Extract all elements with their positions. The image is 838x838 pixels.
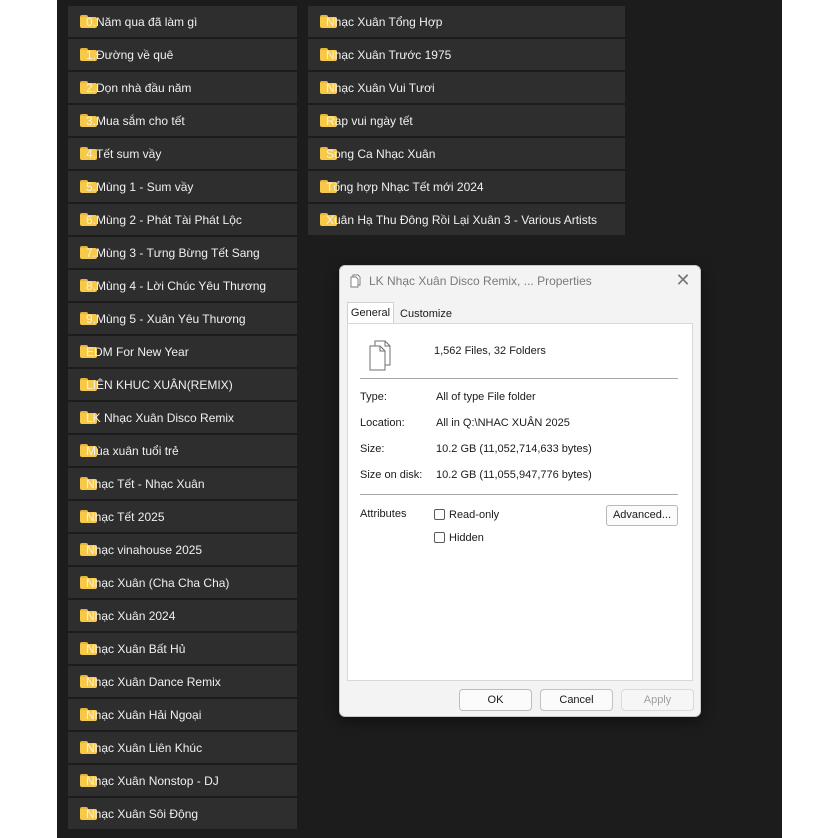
folder-label: 8.Mùng 4 - Lời Chúc Yêu Thương xyxy=(86,278,267,293)
multiple-files-icon xyxy=(369,340,391,371)
close-button[interactable]: ✕ xyxy=(672,270,694,292)
properties-dialog: LK Nhạc Xuân Disco Remix, ... Properties… xyxy=(339,265,701,717)
file-count: 1,562 Files, 32 Folders xyxy=(434,345,546,357)
readonly-checkbox[interactable] xyxy=(434,509,445,520)
folder-label: Nhạc vinahouse 2025 xyxy=(86,542,203,557)
folder-item[interactable]: Nhạc Xuân Vui Tươi xyxy=(308,72,625,103)
folder-item[interactable]: Nhạc Tết - Nhạc Xuân xyxy=(68,468,297,499)
folder-item[interactable]: 6.Mùng 2 - Phát Tài Phát Lộc xyxy=(68,204,297,235)
cancel-button[interactable]: Cancel xyxy=(540,689,613,711)
dialog-title: LK Nhạc Xuân Disco Remix, ... Properties xyxy=(369,274,592,288)
attributes-label: Attributes xyxy=(360,508,407,520)
folder-label: Nhạc Xuân Hải Ngoại xyxy=(86,707,202,722)
folder-item[interactable]: 8.Mùng 4 - Lời Chúc Yêu Thương xyxy=(68,270,297,301)
folder-label: 2.Dọn nhà đầu năm xyxy=(86,80,192,95)
general-panel: 1,562 Files, 32 Folders Type: All of typ… xyxy=(347,323,693,681)
folder-label: Song Ca Nhạc Xuân xyxy=(326,146,436,161)
folder-item[interactable]: Nhạc Xuân Dance Remix xyxy=(68,666,297,697)
folder-item[interactable]: 4.Tết sum vầy xyxy=(68,138,297,169)
size-on-disk-value: 10.2 GB (11,055,947,776 bytes) xyxy=(436,469,592,481)
size-label: Size: xyxy=(360,443,385,455)
folder-item[interactable]: Nhạc vinahouse 2025 xyxy=(68,534,297,565)
folder-label: 6.Mùng 2 - Phát Tài Phát Lộc xyxy=(86,212,242,227)
folder-item[interactable]: Song Ca Nhạc Xuân xyxy=(308,138,625,169)
folder-label: 3.Mua sắm cho tết xyxy=(86,113,185,128)
folder-item[interactable]: Nhạc Tết 2025 xyxy=(68,501,297,532)
folder-label: Nhạc Xuân Trước 1975 xyxy=(326,47,452,62)
folder-label: Nhạc Tết 2025 xyxy=(86,509,165,524)
location-label: Location: xyxy=(360,417,405,429)
folder-label: Nhạc Xuân Vui Tươi xyxy=(326,80,435,95)
size-on-disk-label: Size on disk: xyxy=(360,469,423,481)
folder-item[interactable]: 5.Mùng 1 - Sum vầy xyxy=(68,171,297,202)
folder-item[interactable]: LIÊN KHUC XUÂN(REMIX) xyxy=(68,369,297,400)
folder-label: Nhạc Xuân Dance Remix xyxy=(86,674,221,689)
title-bar[interactable]: LK Nhạc Xuân Disco Remix, ... Properties… xyxy=(340,266,700,296)
folder-label: Nhạc Tết - Nhạc Xuân xyxy=(86,476,205,491)
folder-label: Nhạc Xuân Tổng Hợp xyxy=(326,14,443,29)
multiple-files-icon xyxy=(350,274,361,288)
folder-label: 0.Năm qua đã làm gì xyxy=(86,14,198,29)
folder-label: Nhạc Xuân 2024 xyxy=(86,608,176,623)
folder-item[interactable]: Nhạc Xuân Tổng Hợp xyxy=(308,6,625,37)
folder-label: Nhạc Xuân (Cha Cha Cha) xyxy=(86,575,230,590)
folder-item[interactable]: Tổng hợp Nhạc Tết mới 2024 xyxy=(308,171,625,202)
folder-item[interactable]: Nhạc Xuân 2024 xyxy=(68,600,297,631)
folder-label: 1.Đường về quê xyxy=(86,47,174,62)
tab-general[interactable]: General xyxy=(347,302,394,324)
folder-item[interactable]: LK Nhạc Xuân Disco Remix xyxy=(68,402,297,433)
folder-item[interactable]: 0.Năm qua đã làm gì xyxy=(68,6,297,37)
folder-item[interactable]: Nhạc Xuân Bất Hủ xyxy=(68,633,297,664)
folder-item[interactable]: Nhạc Xuân Hải Ngoại xyxy=(68,699,297,730)
apply-button[interactable]: Apply xyxy=(621,689,694,711)
folder-item[interactable]: Nhạc Xuân (Cha Cha Cha) xyxy=(68,567,297,598)
folder-label: Mùa xuân tuổi trẻ xyxy=(86,443,179,458)
close-icon: ✕ xyxy=(675,270,691,290)
size-value: 10.2 GB (11,052,714,633 bytes) xyxy=(436,443,592,455)
location-value: All in Q:\NHAC XUÂN 2025 xyxy=(436,417,570,429)
folder-item[interactable]: 9.Mùng 5 - Xuân Yêu Thương xyxy=(68,303,297,334)
folder-item[interactable]: 3.Mua sắm cho tết xyxy=(68,105,297,136)
tab-customize[interactable]: Customize xyxy=(396,305,456,323)
folder-label: Tổng hợp Nhạc Tết mới 2024 xyxy=(326,179,484,194)
advanced-button[interactable]: Advanced... xyxy=(606,505,678,526)
folder-item[interactable]: Mùa xuân tuổi trẻ xyxy=(68,435,297,466)
folder-label: Xuân Hạ Thu Đông Rồi Lại Xuân 3 - Variou… xyxy=(326,212,598,227)
folder-item[interactable]: 7.Mùng 3 - Tưng Bừng Tết Sang xyxy=(68,237,297,268)
separator xyxy=(360,378,678,379)
folder-label: 5.Mùng 1 - Sum vầy xyxy=(86,179,194,194)
hidden-checkbox[interactable] xyxy=(434,532,445,543)
folder-label: LIÊN KHUC XUÂN(REMIX) xyxy=(86,377,233,392)
readonly-label[interactable]: Read-only xyxy=(449,509,499,521)
folder-item[interactable]: Nhạc Xuân Sôi Động xyxy=(68,798,297,829)
folder-item[interactable]: EDM For New Year xyxy=(68,336,297,367)
type-value: All of type File folder xyxy=(436,391,536,403)
folder-label: Nhạc Xuân Liên Khúc xyxy=(86,740,203,755)
folder-label: 7.Mùng 3 - Tưng Bừng Tết Sang xyxy=(86,245,260,260)
folder-label: 4.Tết sum vầy xyxy=(86,146,162,161)
separator xyxy=(360,494,678,495)
folder-label: Nhạc Xuân Nonstop - DJ xyxy=(86,773,219,788)
folder-label: Rap vui ngày tết xyxy=(326,113,413,128)
folder-item[interactable]: Rap vui ngày tết xyxy=(308,105,625,136)
type-label: Type: xyxy=(360,391,387,403)
folder-item[interactable]: 1.Đường về quê xyxy=(68,39,297,70)
folder-item[interactable]: Nhạc Xuân Nonstop - DJ xyxy=(68,765,297,796)
folder-label: Nhạc Xuân Sôi Động xyxy=(86,806,199,821)
folder-item[interactable]: Nhạc Xuân Liên Khúc xyxy=(68,732,297,763)
folder-label: 9.Mùng 5 - Xuân Yêu Thương xyxy=(86,311,246,326)
folder-item[interactable]: Xuân Hạ Thu Đông Rồi Lại Xuân 3 - Variou… xyxy=(308,204,625,235)
ok-button[interactable]: OK xyxy=(459,689,532,711)
folder-item[interactable]: Nhạc Xuân Trước 1975 xyxy=(308,39,625,70)
folder-label: Nhạc Xuân Bất Hủ xyxy=(86,641,186,656)
folder-label: LK Nhạc Xuân Disco Remix xyxy=(86,410,235,425)
folder-label: EDM For New Year xyxy=(86,344,189,359)
hidden-label[interactable]: Hidden xyxy=(449,532,484,544)
folder-item[interactable]: 2.Dọn nhà đầu năm xyxy=(68,72,297,103)
